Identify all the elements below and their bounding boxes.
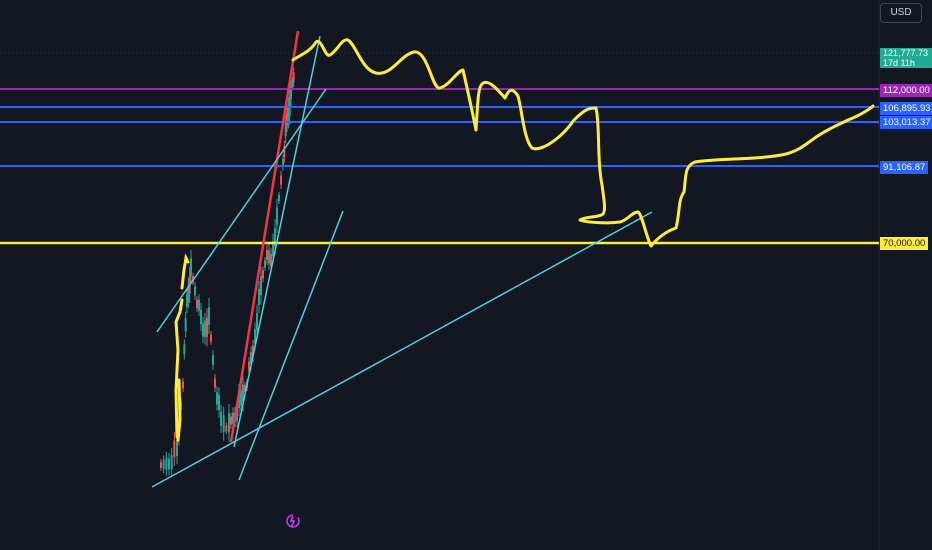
candle-body (194, 286, 196, 296)
current-price-value: 121,777.73 (883, 48, 929, 58)
yellow-highlight-stroke (174, 253, 190, 442)
horizontal-level-lines (0, 88, 879, 245)
price-level-tag: 70,000.00 (880, 237, 929, 250)
candle-body (162, 459, 165, 469)
candle-body (214, 378, 216, 388)
countdown-value: 17d 11h (883, 58, 915, 68)
candle-body (173, 440, 176, 458)
candle-body (260, 276, 262, 296)
candle-body (198, 299, 200, 311)
candle-body (200, 310, 202, 324)
candle-body (165, 457, 168, 470)
candle-body (168, 458, 170, 470)
chart-window[interactable]: USD 121,777.73 17d 11h 112,000.00 106,89… (0, 0, 932, 550)
candle-body (218, 395, 220, 411)
candle-body (204, 320, 206, 337)
trendline-drawings (151, 30, 653, 488)
candle-body (190, 258, 192, 276)
candle-body (268, 250, 270, 264)
candle-body (170, 455, 173, 469)
candle-body (196, 300, 198, 308)
chart-plot-area[interactable] (0, 0, 932, 550)
candle-body (292, 72, 295, 83)
candle-body (183, 344, 186, 355)
candle-body (176, 440, 178, 456)
candle-body (184, 318, 187, 332)
candle-body (206, 317, 208, 337)
yellow-projection-path (291, 38, 875, 248)
candle-body (230, 416, 232, 425)
price-level-tag: 91,106.87 (880, 161, 929, 174)
candle-body (264, 260, 266, 268)
candle-body (280, 175, 282, 185)
cyan-steep-trendline (233, 35, 321, 448)
candle-body (266, 250, 268, 260)
red-trendline (229, 30, 300, 443)
candle-body (208, 307, 210, 325)
candle-body (256, 313, 258, 331)
candle-body (228, 413, 230, 433)
replay-icon[interactable] (284, 512, 302, 530)
candle-body (276, 207, 278, 225)
price-level-tag: 103,013.37 (880, 116, 932, 129)
candle-body (160, 462, 162, 468)
price-level-tag: 112,000.00 (880, 84, 932, 97)
candle-body (216, 392, 218, 405)
current-price-label: 121,777.73 17d 11h (880, 48, 932, 68)
candle-body (225, 425, 228, 432)
yellow-highlight-strokes (174, 253, 190, 442)
candle-body (220, 412, 222, 426)
price-level-tag: 106,895.93 (880, 102, 932, 115)
candle-body (240, 390, 242, 406)
candle-body (202, 323, 204, 337)
currency-selector[interactable]: USD (880, 3, 922, 23)
candle-body (222, 415, 225, 433)
candle-body (212, 355, 214, 365)
candle-body (210, 334, 212, 342)
candle-body (278, 195, 280, 201)
candle-body (182, 381, 184, 389)
candle-body (262, 270, 264, 279)
candle-body (258, 289, 260, 305)
cyan-long-trendline (151, 211, 653, 488)
